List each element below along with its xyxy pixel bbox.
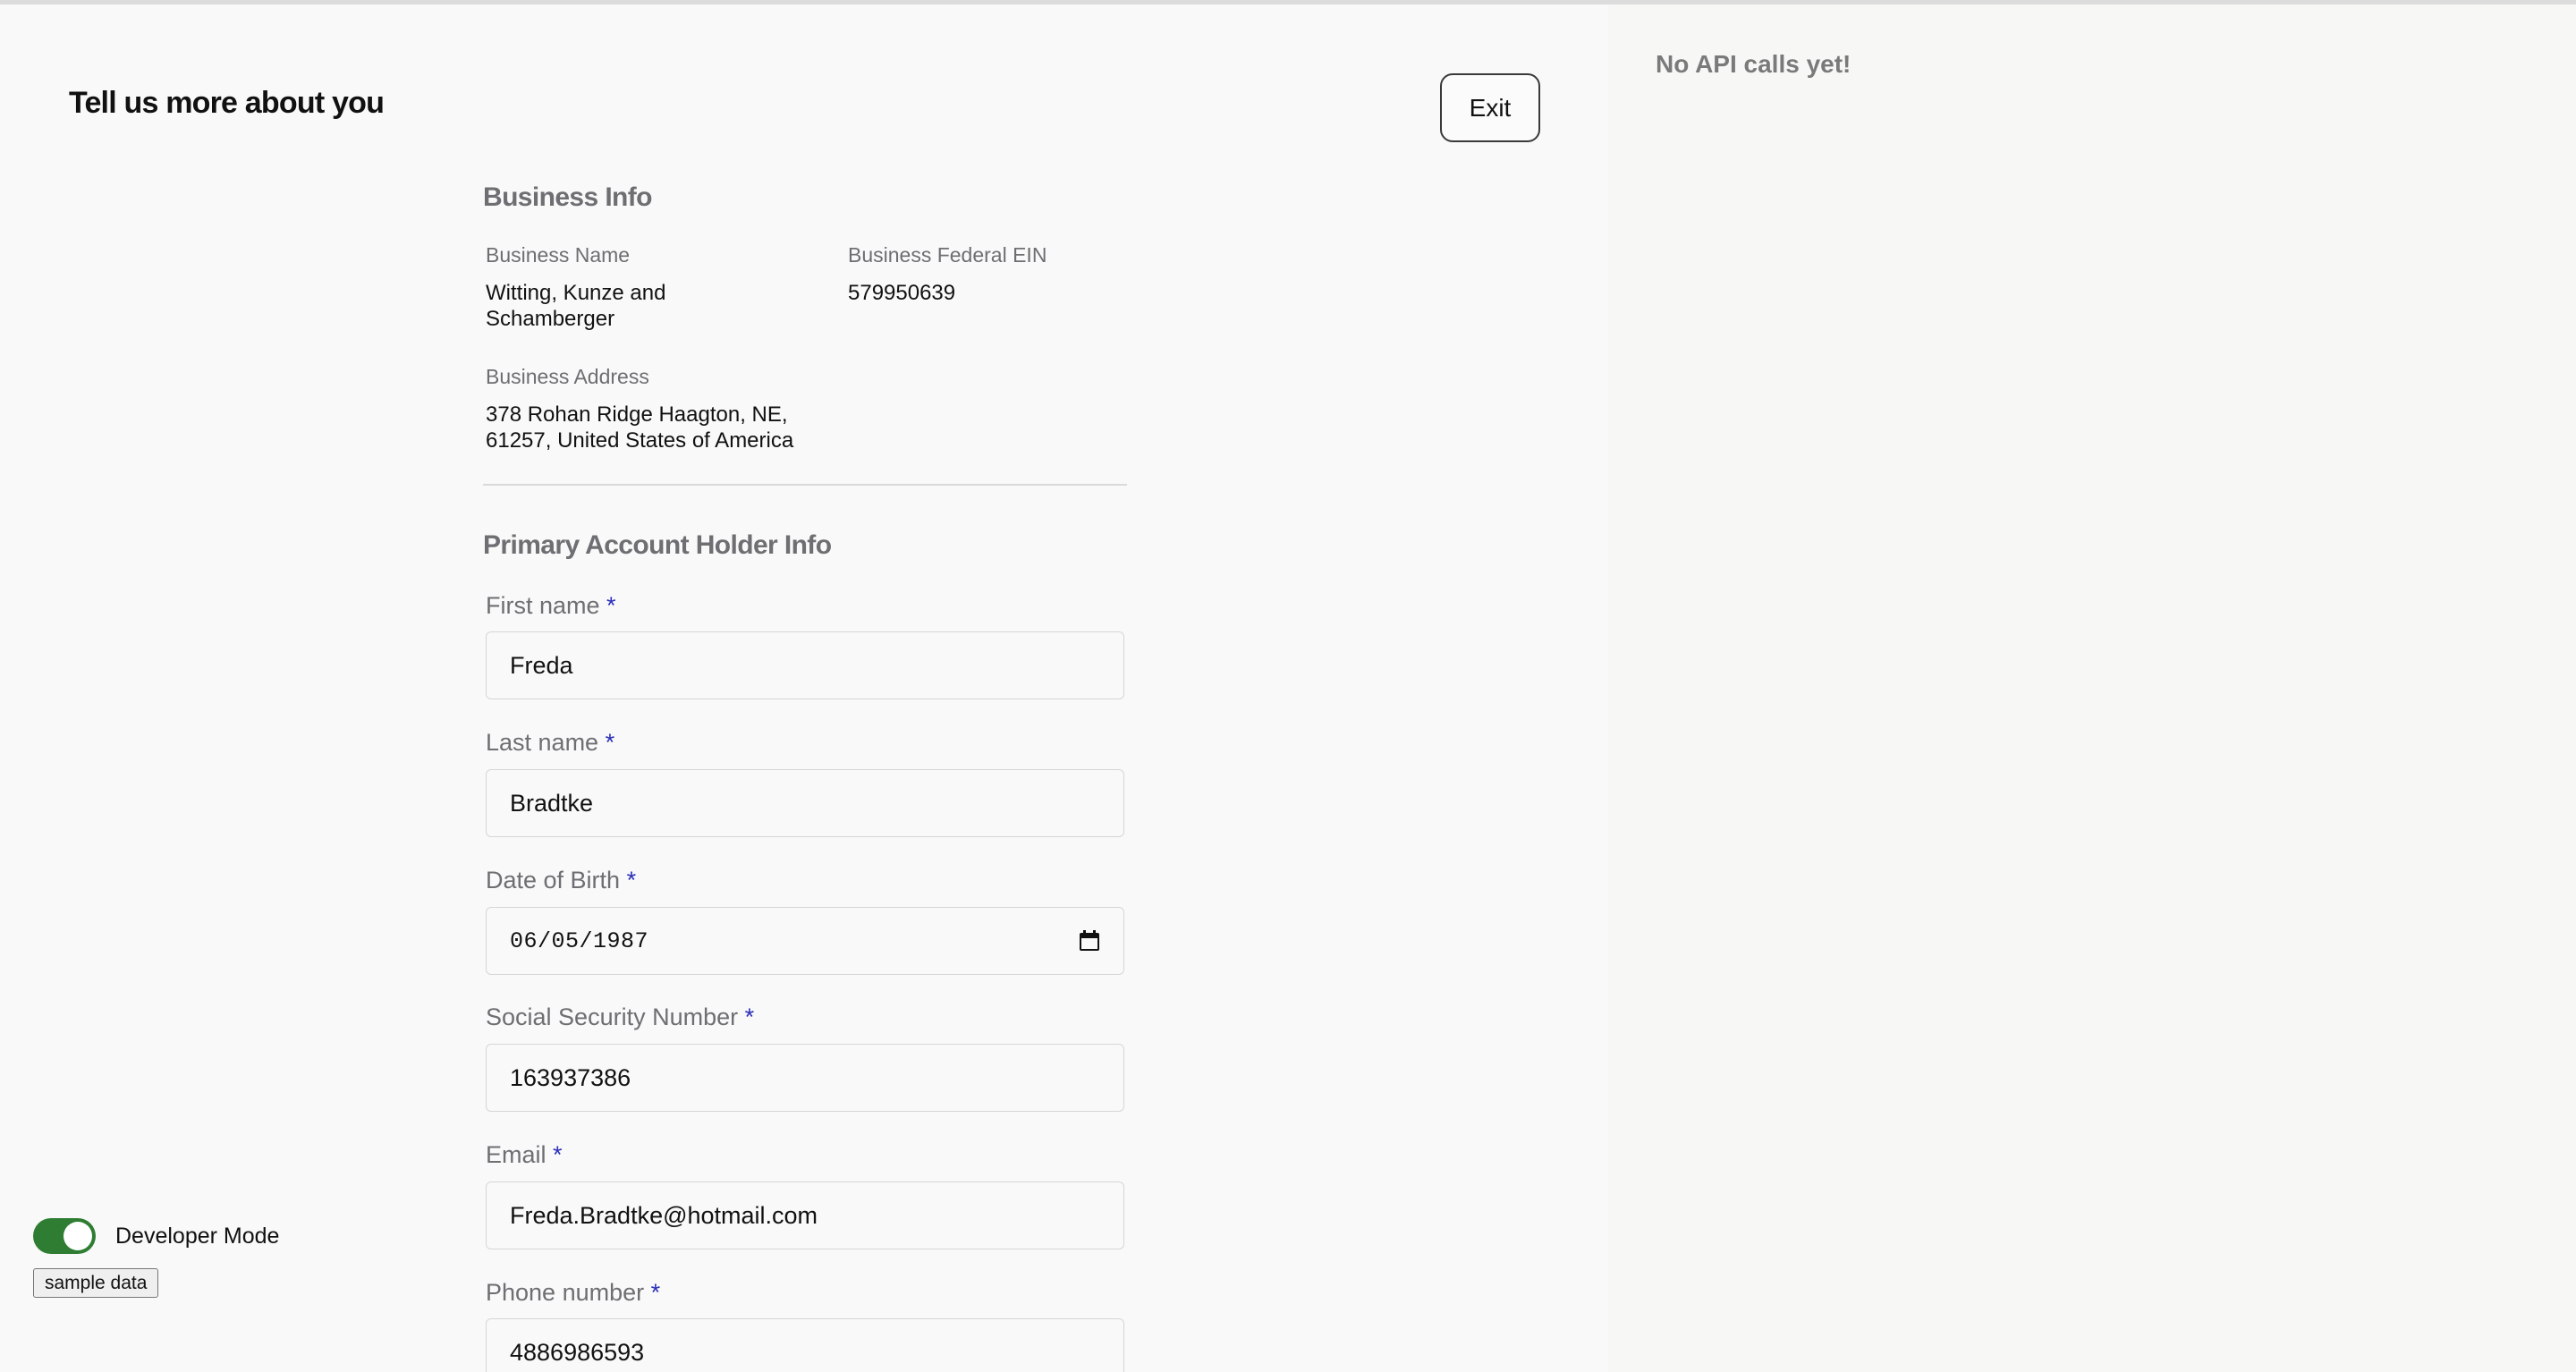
calendar-icon[interactable] bbox=[1079, 930, 1100, 952]
sample-data-button[interactable]: sample data bbox=[33, 1268, 159, 1298]
business-name-value-line2: Schamberger bbox=[486, 307, 615, 331]
ssn-label-text: Social Security Number bbox=[486, 1004, 739, 1030]
business-info-section: Business Info Business Name Witting, Kun… bbox=[483, 182, 1127, 453]
api-log-panel bbox=[1608, 4, 2576, 1372]
section-divider bbox=[483, 484, 1127, 486]
email-input[interactable]: Freda.Bradtke@hotmail.com bbox=[486, 1181, 1124, 1249]
first-name-value: Freda bbox=[510, 651, 573, 679]
business-address-label: Business Address bbox=[486, 365, 649, 388]
exit-button[interactable]: Exit bbox=[1440, 73, 1540, 142]
dob-value: 06/05/1987 bbox=[510, 927, 649, 954]
phone-label-text: Phone number bbox=[486, 1279, 645, 1306]
business-address-value: 378 Rohan Ridge Haagton, NE, 61257, Unit… bbox=[486, 402, 861, 453]
page-title: Tell us more about you bbox=[69, 86, 385, 120]
app-root: No API calls yet! Tell us more about you… bbox=[0, 0, 2576, 1372]
email-value: Freda.Bradtke@hotmail.com bbox=[510, 1201, 818, 1229]
business-name-value: Witting, Kunze and Schamberger bbox=[486, 280, 826, 332]
required-mark: * bbox=[553, 1141, 563, 1168]
business-address-line1: 378 Rohan Ridge Haagton, NE, bbox=[486, 402, 788, 427]
required-mark: * bbox=[626, 867, 637, 893]
business-ein-item: Business Federal EIN 579950639 bbox=[848, 243, 1116, 306]
developer-mode-label: Developer Mode bbox=[115, 1224, 280, 1249]
required-mark: * bbox=[606, 592, 616, 619]
api-empty-message: No API calls yet! bbox=[1656, 50, 1852, 78]
required-mark: * bbox=[650, 1279, 661, 1306]
first-name-input[interactable]: Freda bbox=[486, 631, 1124, 699]
ssn-label: Social Security Number * bbox=[486, 1004, 754, 1031]
toggle-knob bbox=[64, 1222, 92, 1250]
required-mark: * bbox=[605, 729, 615, 756]
business-info-title: Business Info bbox=[483, 182, 653, 212]
business-name-label: Business Name bbox=[486, 243, 631, 267]
phone-value: 4886986593 bbox=[510, 1339, 645, 1366]
first-name-label-text: First name bbox=[486, 592, 600, 619]
dob-input[interactable]: 06/05/1987 bbox=[486, 907, 1124, 975]
email-label-text: Email bbox=[486, 1141, 547, 1168]
last-name-input[interactable]: Bradtke bbox=[486, 769, 1124, 837]
ssn-value: 163937386 bbox=[510, 1063, 631, 1091]
ssn-input[interactable]: 163937386 bbox=[486, 1044, 1124, 1112]
developer-mode-toggle[interactable] bbox=[33, 1218, 96, 1254]
email-label: Email * bbox=[486, 1141, 563, 1169]
business-name-item: Business Name Witting, Kunze and Schambe… bbox=[486, 243, 826, 332]
last-name-label: Last name * bbox=[486, 729, 614, 757]
last-name-label-text: Last name bbox=[486, 729, 599, 756]
business-ein-label: Business Federal EIN bbox=[848, 243, 1047, 267]
holder-info-title: Primary Account Holder Info bbox=[483, 530, 832, 560]
phone-label: Phone number * bbox=[486, 1279, 660, 1307]
business-ein-value: 579950639 bbox=[848, 281, 956, 305]
required-mark: * bbox=[744, 1004, 755, 1030]
dob-label: Date of Birth * bbox=[486, 867, 636, 894]
phone-input[interactable]: 4886986593 bbox=[486, 1318, 1124, 1372]
first-name-label: First name * bbox=[486, 592, 616, 620]
business-name-value-line1: Witting, Kunze and bbox=[486, 281, 666, 305]
dob-label-text: Date of Birth bbox=[486, 867, 621, 893]
business-address-line2: 61257, United States of America bbox=[486, 428, 794, 453]
business-address-item: Business Address 378 Rohan Ridge Haagton… bbox=[486, 365, 861, 453]
last-name-value: Bradtke bbox=[510, 789, 594, 817]
